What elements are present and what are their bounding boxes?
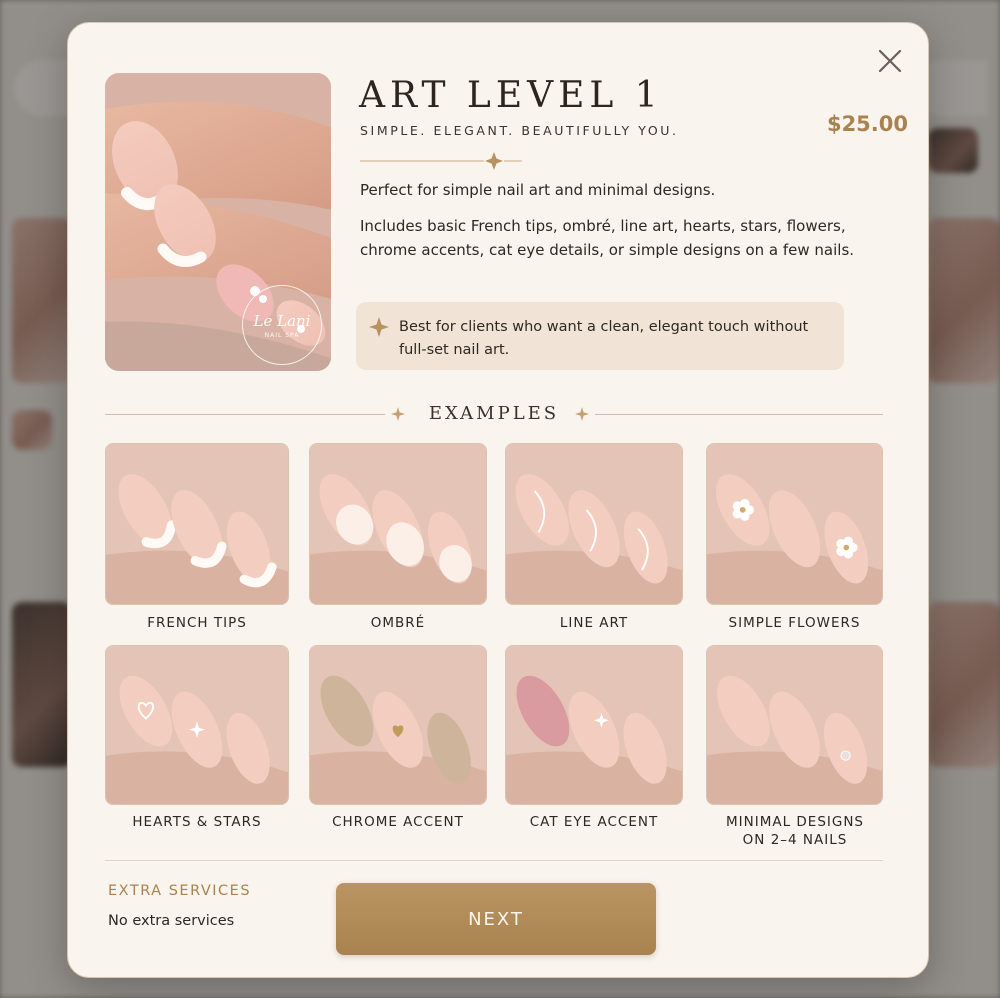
- example-tile-hearts: [105, 645, 289, 805]
- example-photo: [506, 646, 682, 804]
- example-label: OMBRÉ: [370, 615, 426, 631]
- service-price: $25.00: [826, 112, 908, 136]
- example-tile-cateye: [505, 645, 683, 805]
- example-label: HEARTS & STARS: [132, 814, 262, 830]
- example-label: CHROME ACCENT: [332, 814, 464, 830]
- example-photo: [310, 444, 486, 604]
- extra-services-title: EXTRA SERVICES: [108, 883, 252, 899]
- example-photo: [707, 646, 882, 804]
- example-label: CAT EYE ACCENT: [529, 814, 659, 830]
- example-photo: [106, 444, 288, 604]
- next-button[interactable]: NEXT: [336, 883, 656, 955]
- recommendation-text: Best for clients who want a clean, elega…: [399, 319, 809, 358]
- divider-ornament-icon: [360, 152, 522, 170]
- description-long: Includes basic French tips, ombré, line …: [360, 217, 855, 259]
- example-tile-lineart: [505, 443, 683, 605]
- example-label: SIMPLE FLOWERS: [728, 615, 861, 631]
- spa-logo-seal: Le Lani NAIL SPA: [242, 285, 322, 365]
- footer-divider: [105, 860, 883, 861]
- example-tile-minimal: [706, 645, 883, 805]
- recommendation-note: Best for clients who want a clean, elega…: [356, 302, 844, 370]
- service-tagline: SIMPLE. ELEGANT. BEAUTIFULLY YOU.: [360, 123, 679, 138]
- example-tile-french: [105, 443, 289, 605]
- logo-subtitle: NAIL SPA: [264, 331, 300, 339]
- hero-nail-photo: Le Lani NAIL SPA: [105, 73, 331, 371]
- example-photo: [506, 444, 682, 604]
- sparkle-icon: [369, 317, 389, 337]
- close-icon: [878, 49, 902, 73]
- examples-header: EXAMPLES: [105, 401, 883, 431]
- description-short: Perfect for simple nail art and minimal …: [360, 181, 716, 199]
- example-photo: [310, 646, 486, 804]
- example-tile-ombre: [309, 443, 487, 605]
- service-detail-modal: Le Lani NAIL SPA ART LEVEL 1 SIMPLE. ELE…: [67, 22, 929, 978]
- service-title: ART LEVEL 1: [359, 75, 663, 116]
- divider-line: [595, 414, 883, 415]
- example-tile-chrome: [309, 645, 487, 805]
- example-label: LINE ART: [559, 615, 629, 631]
- example-photo: [707, 444, 882, 604]
- star-ornament-icon: [575, 407, 589, 421]
- example-tile-flowers: [706, 443, 883, 605]
- extra-services-value: No extra services: [108, 913, 235, 929]
- example-label: MINIMAL DESIGNS ON 2–4 NAILS: [725, 814, 864, 848]
- logo-name: Le Lani: [253, 311, 311, 330]
- example-photo: [106, 646, 288, 804]
- example-label: FRENCH TIPS: [147, 615, 247, 631]
- close-button[interactable]: [874, 45, 906, 77]
